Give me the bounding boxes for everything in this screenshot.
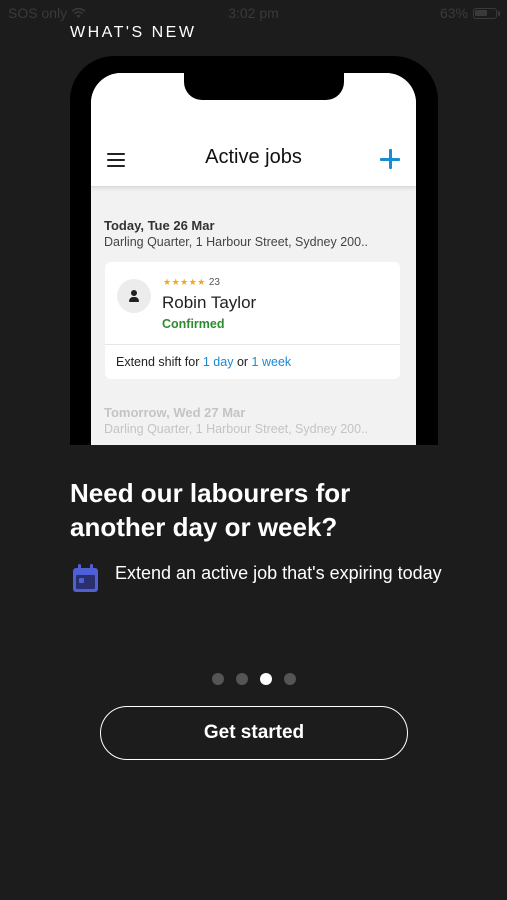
feature-text: Extend an active job that's expiring tod… [115,563,442,583]
page-dot[interactable] [259,673,272,685]
extend-or: or [236,355,249,369]
rating-count: 23 [208,277,220,288]
calendar-icon [73,564,98,592]
page-dot[interactable] [235,673,248,685]
headline: Need our labourers for another day or we… [70,478,351,542]
section-label: WHAT'S NEW [70,24,197,41]
next-job-date: Tomorrow, Wed 27 Mar [104,405,246,420]
phone-notch [184,73,344,100]
status-badge: Confirmed [162,317,225,331]
battery-percent: 63% [439,5,468,21]
person-icon [131,290,137,296]
star-icons: ★★★★★ [163,277,206,287]
page-dot[interactable] [211,673,224,685]
worker-rating: ★★★★★ 23 [163,277,220,288]
extend-1-day-link: 1 day [202,355,234,369]
page-dot[interactable] [283,673,296,685]
worker-name: Robin Taylor [162,293,257,312]
next-job-address: Darling Quarter, 1 Harbour Street, Sydne… [104,422,369,436]
plus-icon [380,149,400,169]
avatar [117,279,151,313]
status-time: 3:02 pm [228,5,279,21]
job-address: Darling Quarter, 1 Harbour Street, Sydne… [104,235,369,249]
mockup-title: Active jobs [205,146,302,168]
battery-icon [473,7,500,19]
page-indicator [0,673,507,685]
extend-prefix: Extend shift for [116,355,200,369]
phone-screen: Active jobs Today, Tue 26 Mar Darling Qu… [91,73,416,445]
job-date: Today, Tue 26 Mar [104,218,215,233]
phone-mockup: Active jobs Today, Tue 26 Mar Darling Qu… [70,56,438,445]
extend-1-week-link: 1 week [251,355,292,369]
extend-shift-row: Extend shift for 1 day or 1 week [116,355,291,369]
get-started-button[interactable]: Get started [100,706,408,760]
divider [105,344,400,345]
battery-fill [475,9,487,16]
status-right: 63% [439,5,500,21]
job-card: ★★★★★ 23 Robin Taylor Confirmed Extend s… [105,262,400,379]
